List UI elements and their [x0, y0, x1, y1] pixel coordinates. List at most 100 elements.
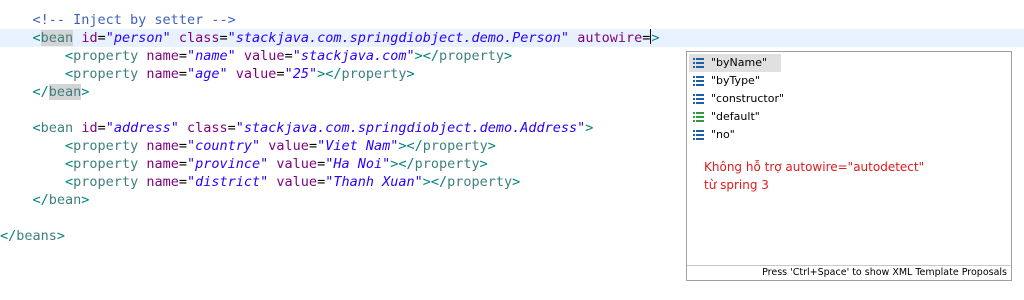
tag-open-bracket: <	[65, 138, 74, 154]
attr-value: value	[276, 156, 318, 172]
equals-sign: =	[178, 174, 187, 190]
equals-sign: =	[178, 138, 187, 154]
proposal-default[interactable]: "default"	[689, 108, 781, 126]
property-tag: property	[73, 156, 139, 172]
property-tag: property	[73, 48, 139, 64]
tag-open-bracket: </	[0, 228, 17, 244]
attr-value-value: "Viet Nam"	[317, 138, 399, 154]
tag-close-bracket: >	[512, 174, 521, 190]
tag-self-close: ></	[414, 48, 440, 64]
attr-value: value	[235, 66, 277, 82]
proposal-list[interactable]: "byName" "byType" "constructor" "default…	[689, 54, 1009, 144]
property-close-tag: property	[447, 174, 513, 190]
tag-open-bracket: <	[65, 174, 74, 190]
tag-open-bracket: <	[32, 30, 41, 46]
tag-close-bracket: >	[479, 156, 488, 172]
attr-name-value: "name"	[187, 48, 236, 64]
attr-value-value: "stackjava.com"	[292, 48, 415, 64]
xml-comment: <!-- Inject by setter -->	[32, 12, 236, 28]
content-assist-popup[interactable]: "byName" "byType" "constructor" "default…	[686, 51, 1012, 281]
tag-close-bracket: >	[487, 138, 496, 154]
property-close-tag: property	[341, 66, 407, 82]
attr-class: class	[187, 120, 228, 136]
equals-sign: =	[317, 174, 326, 190]
tag-close-bracket: >	[585, 120, 594, 136]
attr-value: value	[268, 138, 309, 154]
equals-sign: =	[317, 156, 326, 172]
attr-name-value: "province"	[187, 156, 269, 172]
property-close-tag: property	[414, 156, 480, 172]
list-icon	[693, 76, 704, 86]
equals-sign: =	[219, 30, 228, 46]
tag-close-bracket: >	[651, 30, 660, 46]
attr-class-value: "stackjava.com.springdiobject.demo.Addre…	[235, 120, 586, 136]
proposal-constructor[interactable]: "constructor"	[689, 90, 784, 108]
equals-sign: =	[178, 48, 187, 64]
tag-close-bracket: >	[81, 192, 90, 208]
bean-close-tag: bean	[48, 192, 82, 208]
attr-name: name	[146, 48, 179, 64]
property-close-tag: property	[439, 48, 505, 64]
proposal-label: "default"	[711, 110, 760, 123]
equals-sign: =	[308, 138, 318, 154]
bean-tag: bean	[40, 30, 74, 46]
tag-close-bracket: >	[504, 48, 513, 64]
proposal-by-type[interactable]: "byType"	[689, 72, 781, 90]
tag-open-bracket: </	[32, 84, 49, 100]
tag-self-close: ></	[317, 66, 342, 82]
tag-open-bracket: <	[65, 48, 74, 64]
equals-sign: =	[227, 120, 236, 136]
attr-name-value: "district"	[187, 174, 269, 190]
tag-open-bracket: <	[65, 156, 74, 172]
annotation-note: Không hỗ trợ autowire="autodetect" từ sp…	[704, 158, 984, 194]
tag-self-close: ></	[422, 174, 448, 190]
attr-id-value: "address"	[105, 120, 179, 136]
tag-close-bracket: >	[56, 228, 66, 244]
attr-id: id	[81, 30, 98, 46]
tag-open-bracket: <	[65, 66, 74, 82]
equals-sign: =	[178, 66, 187, 82]
code-line-bean-person[interactable]: <bean id="person" class="stackjava.com.s…	[0, 29, 1024, 47]
tag-close-bracket: >	[406, 66, 415, 82]
attr-name: name	[146, 138, 179, 154]
list-icon-green	[693, 112, 704, 122]
attr-name: name	[146, 174, 179, 190]
proposal-no[interactable]: "no"	[689, 126, 781, 144]
proposal-label: "no"	[711, 128, 735, 141]
attr-id: id	[81, 120, 98, 136]
proposal-label: "byType"	[711, 74, 760, 87]
list-icon	[693, 58, 704, 68]
property-tag: property	[73, 138, 139, 154]
equals-sign: =	[178, 156, 187, 172]
attr-value-value: "25"	[284, 66, 318, 82]
bean-tag: bean	[40, 120, 74, 136]
property-close-tag: property	[422, 138, 488, 154]
equals-sign: =	[97, 30, 106, 46]
equals-sign: =	[284, 48, 293, 64]
proposal-by-name[interactable]: "byName"	[689, 54, 781, 72]
attr-class-value: "stackjava.com.springdiobject.demo.Perso…	[227, 30, 570, 46]
tag-close-bracket: >	[81, 84, 90, 100]
list-icon	[693, 94, 704, 104]
attr-value: value	[276, 174, 318, 190]
equals-sign: =	[97, 120, 106, 136]
attr-name: name	[146, 66, 179, 82]
equals-sign: =	[276, 66, 285, 82]
tag-open-bracket: <	[32, 120, 41, 136]
attr-name: name	[146, 156, 179, 172]
attr-autowire: autowire	[577, 30, 643, 46]
annotation-note-line2: từ spring 3	[704, 178, 769, 192]
attr-name-value: "age"	[187, 66, 228, 82]
proposal-label: "byName"	[711, 56, 768, 69]
attr-value: value	[243, 48, 285, 64]
attr-value-value: "Ha Noi"	[325, 156, 391, 172]
attr-value-value: "Thanh Xuan"	[325, 174, 423, 190]
tag-open-bracket: </	[32, 192, 49, 208]
equals-sign: =	[642, 30, 651, 46]
property-tag: property	[73, 66, 139, 82]
attr-class: class	[178, 30, 220, 46]
tag-self-close: ></	[390, 156, 415, 172]
property-tag: property	[73, 174, 139, 190]
tag-self-close: ></	[398, 138, 423, 154]
beans-close-tag: beans	[16, 228, 57, 244]
